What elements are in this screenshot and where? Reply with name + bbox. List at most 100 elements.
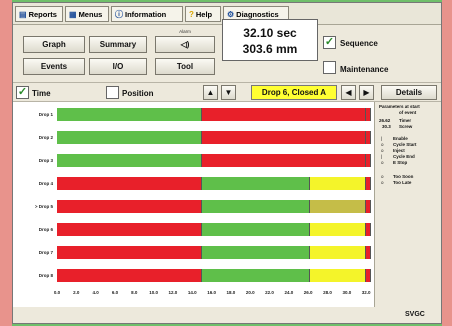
menu-information[interactable]: ⓘ Information [111, 6, 183, 22]
legend-item-label: Too Soon [393, 174, 414, 179]
down-arrow-icon: ▼ [224, 88, 233, 97]
legend-item-label: Enable [393, 136, 408, 141]
x-tick-label: 32.0 [361, 290, 371, 295]
menu-reports[interactable]: ▤ Reports [15, 6, 63, 22]
x-tick-label: 18.0 [226, 290, 236, 295]
legend-title-line1: Parameters at start [379, 104, 420, 109]
legend-item-label: Inject [393, 148, 405, 153]
drop-row-label[interactable]: Drop 4 [13, 181, 53, 186]
legend-title-line2: of event [399, 110, 417, 115]
drop-row-label[interactable]: Drop 7 [13, 250, 53, 255]
summary-button[interactable]: Summary [89, 36, 147, 53]
chart-toolbar: ✓ Time Position ▲ ▼ Drop 6, Closed A ◀ ▶… [13, 82, 441, 102]
timing-bar-segment [366, 269, 371, 282]
events-button[interactable]: Events [23, 58, 85, 75]
timing-bar-segment [201, 131, 367, 144]
timing-bar-segment [366, 108, 371, 121]
drop-row-label[interactable]: Drop 3 [13, 158, 53, 163]
application-window: ▤ Reports ▦ Menus ⓘ Information ? Help ⚙… [12, 2, 442, 324]
parameters-legend: Parameters at start of event 26.62 Timer… [377, 102, 441, 292]
x-tick-label: 8.0 [131, 290, 138, 295]
timer-value: 26.62 [379, 118, 391, 123]
timing-bar-segment [366, 223, 371, 236]
timing-bar-segment [366, 246, 371, 259]
graph-button[interactable]: Graph [23, 36, 85, 53]
timing-bar-segment [57, 108, 202, 121]
menu-diagnostics-label: Diagnostics [236, 9, 279, 19]
timing-bar-segment [57, 223, 202, 236]
alarm-caption: Alarm [179, 29, 191, 34]
alarm-button[interactable]: ◁) [155, 36, 215, 53]
timing-bar-segment [310, 177, 367, 190]
details-button[interactable]: Details [381, 85, 437, 100]
x-tick-label: 26.0 [303, 290, 313, 295]
diagnostics-icon: ⚙ [227, 9, 235, 19]
timing-bar-segment [57, 246, 202, 259]
x-tick-label: 10.0 [149, 290, 158, 295]
up-arrow-button[interactable]: ▲ [203, 85, 218, 100]
x-tick-label: 16.0 [207, 290, 216, 295]
io-button[interactable]: I/O [89, 58, 147, 75]
readout-panel: 32.10 sec 303.6 mm [222, 19, 318, 61]
menu-menus[interactable]: ▦ Menus [65, 6, 109, 22]
sequence-label: Sequence [340, 39, 378, 48]
next-drop-button[interactable]: ▶ [359, 85, 374, 100]
screw-label: Screw [399, 124, 413, 129]
menu-help[interactable]: ? Help [185, 6, 221, 22]
legend-item-label: Too Late [393, 180, 412, 185]
legend-marker: o [381, 180, 384, 185]
menu-reports-label: Reports [28, 9, 57, 19]
legend-marker: o [381, 148, 384, 153]
down-arrow-button[interactable]: ▼ [221, 85, 236, 100]
timing-bar-segment [310, 269, 367, 282]
timing-bar-segment [310, 246, 367, 259]
drop-row-label[interactable]: > Drop 5 [13, 204, 53, 209]
previous-drop-button[interactable]: ◀ [341, 85, 356, 100]
sequence-checkbox[interactable]: ✓ [323, 36, 336, 49]
current-drop-label: Drop 6, Closed A [251, 85, 337, 100]
timing-bar-segment [201, 177, 311, 190]
time-checkbox[interactable]: ✓ [16, 86, 29, 99]
x-tick-label: 2.0 [73, 290, 80, 295]
timing-bar-segment [57, 131, 202, 144]
timing-bar-segment [201, 246, 311, 259]
x-tick-label: 6.0 [111, 290, 119, 295]
drop-row-label[interactable]: Drop 8 [13, 273, 53, 278]
timing-bar-segment [366, 200, 371, 213]
legend-marker: o [381, 160, 384, 165]
right-arrow-icon: ▶ [363, 88, 370, 97]
up-arrow-icon: ▲ [206, 88, 215, 97]
speaker-icon: ◁) [180, 40, 190, 49]
position-readout: 303.6 mm [242, 42, 298, 56]
info-icon: ⓘ [115, 9, 123, 19]
right-margin [442, 0, 452, 326]
time-label: Time [32, 89, 51, 98]
x-tick-label: 30.0 [342, 290, 352, 295]
x-tick-label: 22.0 [265, 290, 274, 295]
menu-help-label: Help [195, 9, 213, 19]
drop-row-label[interactable]: Drop 2 [13, 135, 53, 140]
timing-bar-segment [366, 177, 371, 190]
drop-row-label[interactable]: Drop 1 [13, 112, 53, 117]
position-checkbox[interactable] [106, 86, 119, 99]
tool-button[interactable]: Tool [155, 58, 215, 75]
x-tick-label: 14.0 [187, 290, 197, 295]
menu-information-label: Information [125, 9, 167, 19]
x-tick-label: 20.0 [245, 290, 255, 295]
x-tick-label: 0.0 [53, 290, 61, 295]
screw-value: 30.3 [382, 124, 391, 129]
x-tick-label: 12.0 [168, 290, 178, 295]
timing-bar-segment [57, 200, 202, 213]
legend-marker: | [381, 136, 383, 141]
legend-marker: o [381, 142, 384, 147]
menus-icon: ▦ [69, 9, 77, 19]
legend-item-label: Cycle End [393, 154, 415, 159]
legend-marker: o [381, 174, 384, 179]
brand-label: SVGC [405, 311, 425, 318]
reports-icon: ▤ [19, 9, 27, 19]
legend-item-label: E Stop [393, 160, 408, 165]
legend-marker: | [381, 154, 383, 159]
maintenance-checkbox[interactable] [323, 61, 336, 74]
drop-row-label[interactable]: Drop 6 [13, 227, 53, 232]
time-readout: 32.10 sec [243, 26, 297, 40]
